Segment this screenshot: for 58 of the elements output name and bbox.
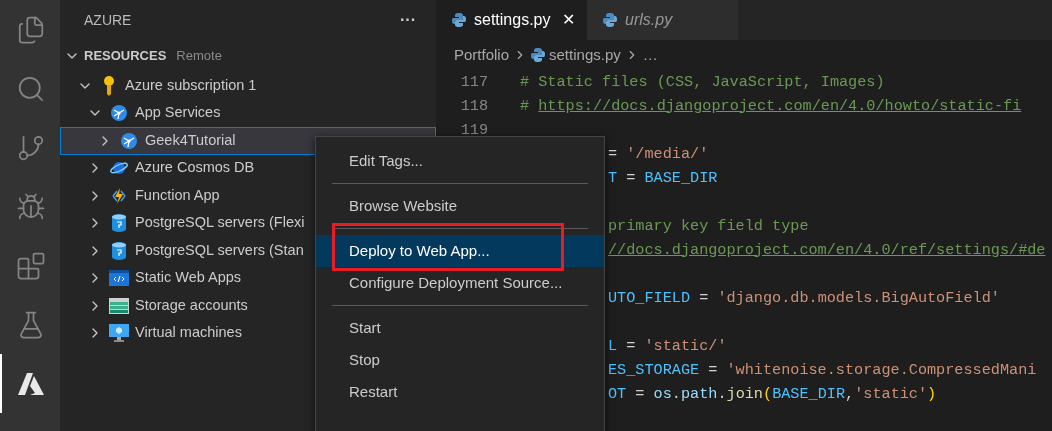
section-subtitle: Remote xyxy=(176,47,222,66)
menu-item[interactable]: Browse Website xyxy=(316,190,604,222)
extensions-icon xyxy=(16,250,46,281)
code-window-icon xyxy=(109,270,129,287)
editor-tab[interactable]: urls.py xyxy=(587,0,738,40)
code-line: //docs.djangoproject.com/en/4.0/ref/settings/#de xyxy=(608,239,1046,261)
code-line: T = BASE_DIR xyxy=(608,167,718,189)
code-line: primary key field type xyxy=(608,215,809,237)
tree-item[interactable]: Azure subscription 1 xyxy=(60,72,436,100)
tree-item-label: PostgreSQL servers (Flexi xyxy=(135,213,305,233)
menu-item[interactable]: Deploy to Web App... xyxy=(316,235,604,267)
tree-item-label: Virtual machines xyxy=(135,323,242,343)
code-line: UTO_FIELD = 'django.db.models.BigAutoField' xyxy=(608,287,1000,309)
code-line: # https://docs.djangoproject.com/en/4.0/howto/static-fi xyxy=(520,95,1022,117)
code-line: # Static files (CSS, JavaScript, Images) xyxy=(520,71,885,93)
tree-item-label: Function App xyxy=(135,185,220,205)
python-icon xyxy=(452,13,466,27)
monitor-icon xyxy=(109,324,129,343)
more-actions-button[interactable]: ··· xyxy=(400,8,416,32)
lightning-icon xyxy=(109,186,129,205)
menu-item[interactable]: Stop xyxy=(316,344,604,376)
python-icon xyxy=(603,13,617,27)
section-header[interactable]: RESOURCES Remote xyxy=(60,40,436,72)
tree-item-label: App Services xyxy=(135,103,221,123)
key-icon xyxy=(102,75,116,96)
globe-icon xyxy=(110,104,128,123)
editor-tab[interactable]: settings.py ✕ xyxy=(436,0,587,40)
breadcrumb-item[interactable]: Portfolio xyxy=(454,43,510,67)
globe-icon xyxy=(120,131,138,150)
tree-item-label: Azure Cosmos DB xyxy=(135,158,255,178)
sidebar-title: AZURE xyxy=(84,10,132,30)
code-line: = '/media/' xyxy=(608,143,709,165)
tab-label: settings.py xyxy=(474,10,551,30)
code-line: ES_STORAGE = 'whitenoise.storage.CompressedMani xyxy=(608,359,1037,381)
database-icon xyxy=(112,214,126,233)
tree-item-label: Storage accounts xyxy=(135,295,248,315)
files-icon xyxy=(16,14,46,45)
code-line: OT = os.path.join(BASE_DIR,'static') xyxy=(608,383,937,405)
section-title: RESOURCES xyxy=(84,47,167,66)
database-icon xyxy=(112,241,126,260)
breadcrumb-item[interactable]: … xyxy=(642,43,658,67)
tab-label: urls.py xyxy=(625,10,673,30)
line-number: 119 xyxy=(459,119,488,141)
close-tab-button[interactable]: ✕ xyxy=(562,8,576,32)
azure-logo-icon xyxy=(18,371,44,396)
line-number: 118 xyxy=(459,95,488,117)
menu-item[interactable]: Restart xyxy=(316,376,604,408)
tree-item-label: Geek4Tutorial xyxy=(145,130,236,150)
tree-item-label: PostgreSQL servers (Stan xyxy=(135,240,304,260)
storage-icon xyxy=(109,297,129,314)
python-icon xyxy=(531,48,546,62)
code-line: L = 'static/' xyxy=(608,335,727,357)
tree-item[interactable]: App Services xyxy=(60,99,436,127)
line-number: 117 xyxy=(459,71,488,93)
tree-item-label: Static Web Apps xyxy=(135,268,242,288)
run-debug-icon xyxy=(16,191,46,222)
breadcrumb-item[interactable]: settings.py xyxy=(549,43,621,67)
tree-item-label: Azure subscription 1 xyxy=(125,75,257,95)
